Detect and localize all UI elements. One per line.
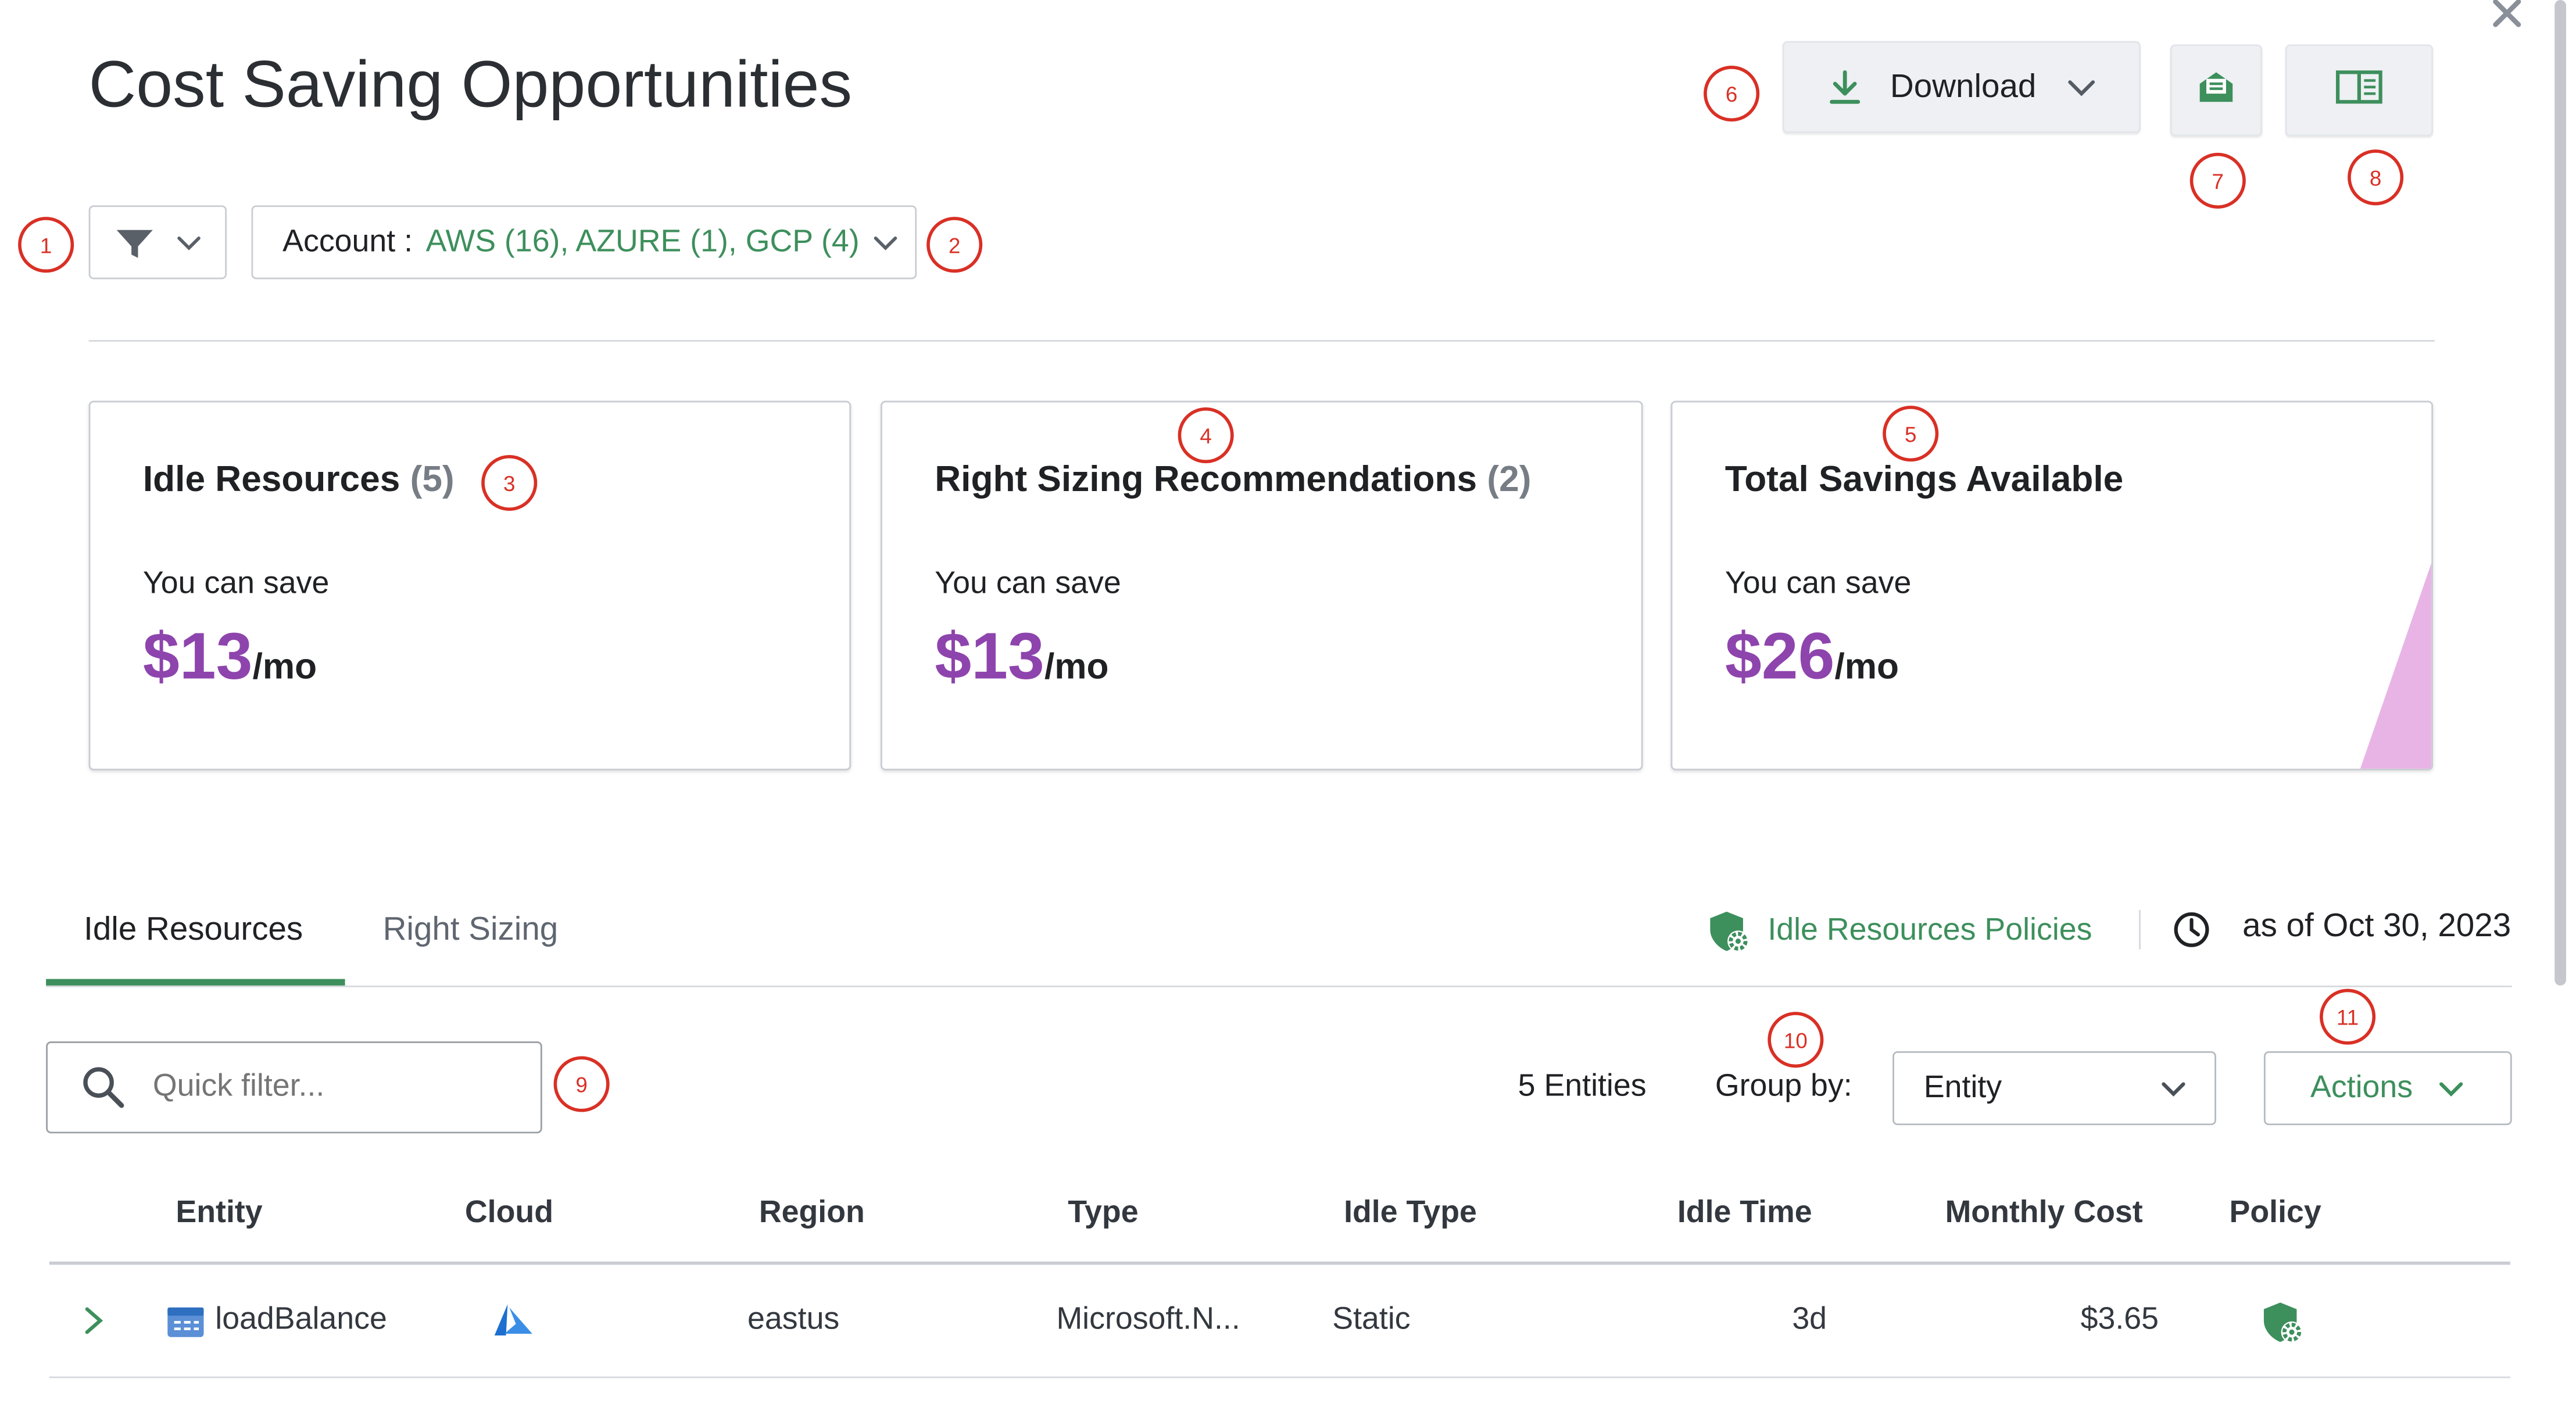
policy-shield-icon[interactable]	[2259, 1299, 2305, 1345]
column-header-monthly-cost[interactable]: Monthly Cost	[1945, 1196, 2143, 1232]
column-header-policy[interactable]: Policy	[2230, 1196, 2321, 1232]
callout-11: 11	[2320, 989, 2376, 1045]
account-filter-dropdown[interactable]: Account : AWS (16), AZURE (1), GCP (4)	[251, 205, 917, 280]
search-icon	[80, 1065, 126, 1111]
savings-amount: $13	[935, 621, 1044, 693]
tab-idle-resources[interactable]: Idle Resources	[84, 912, 303, 950]
total-savings-card: Total Savings Available You can save $26…	[1670, 400, 2434, 771]
tab-right-sizing[interactable]: Right Sizing	[383, 912, 559, 950]
email-report-button[interactable]	[2170, 44, 2263, 137]
card-subtitle: You can save	[142, 567, 330, 601]
callout-7: 7	[2189, 152, 2246, 209]
callout-8: 8	[2348, 149, 2404, 206]
cell-region: eastus	[747, 1302, 840, 1337]
documentation-button[interactable]	[2285, 44, 2434, 137]
quick-filter-box[interactable]	[46, 1041, 542, 1134]
callout-3: 3	[481, 454, 538, 511]
as-of-date: as of Oct 30, 2023	[2242, 908, 2511, 945]
callout-10: 10	[1768, 1012, 1824, 1068]
group-by-label: Group by:	[1715, 1069, 1852, 1104]
column-header-cloud[interactable]: Cloud	[465, 1196, 553, 1232]
cell-idle-type: Static	[1332, 1302, 1411, 1337]
filter-icon	[113, 223, 156, 262]
account-filter-value: AWS (16), AZURE (1), GCP (4)	[425, 224, 860, 259]
chevron-down-icon	[2066, 71, 2099, 104]
chevron-down-icon	[872, 229, 899, 255]
callout-9: 9	[553, 1056, 610, 1112]
cell-monthly-cost: $3.65	[2080, 1302, 2159, 1337]
right-sizing-card[interactable]: Right Sizing Recommendations (2) You can…	[881, 400, 1643, 771]
savings-amount: $13	[142, 621, 253, 693]
divider	[2139, 909, 2141, 950]
group-by-value: Entity	[1923, 1070, 2002, 1105]
column-header-region[interactable]: Region	[759, 1196, 865, 1232]
idle-policies-link[interactable]: Idle Resources Policies	[1705, 908, 2092, 954]
card-title-text: Right Sizing Recommendations	[935, 458, 1477, 500]
divider	[88, 340, 2435, 342]
tab-active-indicator	[46, 979, 345, 986]
card-title-text: Idle Resources	[142, 458, 400, 500]
group-by-select[interactable]: Entity	[1892, 1051, 2216, 1126]
savings-wedge-graphic	[2360, 563, 2432, 769]
column-header-entity[interactable]: Entity	[176, 1196, 262, 1232]
clock-icon	[2172, 910, 2212, 950]
callout-6: 6	[1704, 66, 1760, 122]
scrollbar-thumb[interactable]	[2554, 0, 2566, 986]
download-button[interactable]: Download	[1782, 41, 2141, 133]
savings-unit: /mo	[1044, 645, 1109, 687]
callout-5: 5	[1883, 406, 1939, 462]
callout-2: 2	[926, 217, 983, 273]
chevron-down-icon	[2436, 1073, 2466, 1103]
callout-1: 1	[18, 217, 74, 273]
actions-label: Actions	[2310, 1070, 2413, 1105]
download-label: Download	[1890, 68, 2037, 105]
chevron-down-icon	[176, 229, 202, 255]
card-title: Right Sizing Recommendations (2)	[935, 459, 1531, 501]
load-balancer-icon	[166, 1304, 205, 1340]
card-count: (2)	[1487, 458, 1532, 500]
quick-filter-input[interactable]	[149, 1068, 485, 1108]
entities-count: 5 Entities	[1518, 1069, 1647, 1104]
column-header-idle-type[interactable]: Idle Type	[1344, 1196, 1477, 1232]
card-subtitle: You can save	[935, 567, 1121, 601]
book-icon	[2334, 66, 2384, 114]
cell-type: Microsoft.N...	[1056, 1302, 1240, 1337]
download-icon	[1824, 67, 1864, 107]
cost-saving-dialog: Cost Saving Opportunities 6 Download 7 8…	[0, 0, 2576, 1411]
tabs-divider	[46, 985, 2512, 987]
shield-gear-icon	[1705, 908, 1751, 954]
expand-row-icon[interactable]	[79, 1304, 109, 1337]
cell-idle-time: 3d	[1792, 1302, 1827, 1337]
cell-entity[interactable]: loadBalance	[215, 1302, 396, 1338]
page-title: Cost Saving Opportunities	[88, 49, 853, 122]
card-savings: $13/mo	[143, 621, 317, 694]
chevron-down-icon	[2159, 1073, 2188, 1103]
filter-dropdown-button[interactable]	[88, 205, 227, 280]
card-title: Idle Resources (5)	[143, 459, 455, 501]
account-filter-label: Account :	[282, 224, 413, 259]
savings-unit: /mo	[252, 645, 317, 687]
callout-4: 4	[1178, 407, 1234, 464]
close-icon[interactable]	[2487, 0, 2527, 33]
column-header-idle-time[interactable]: Idle Time	[1677, 1196, 1812, 1232]
idle-policies-label: Idle Resources Policies	[1768, 913, 2092, 948]
azure-icon	[489, 1302, 535, 1338]
card-count: (5)	[410, 458, 455, 500]
email-icon	[2195, 66, 2237, 114]
row-divider	[49, 1376, 2510, 1378]
idle-resources-card[interactable]: Idle Resources (5) You can save $13/mo	[88, 400, 851, 771]
column-header-type[interactable]: Type	[1068, 1196, 1138, 1232]
card-savings: $13/mo	[935, 621, 1108, 694]
actions-button[interactable]: Actions	[2263, 1051, 2512, 1126]
